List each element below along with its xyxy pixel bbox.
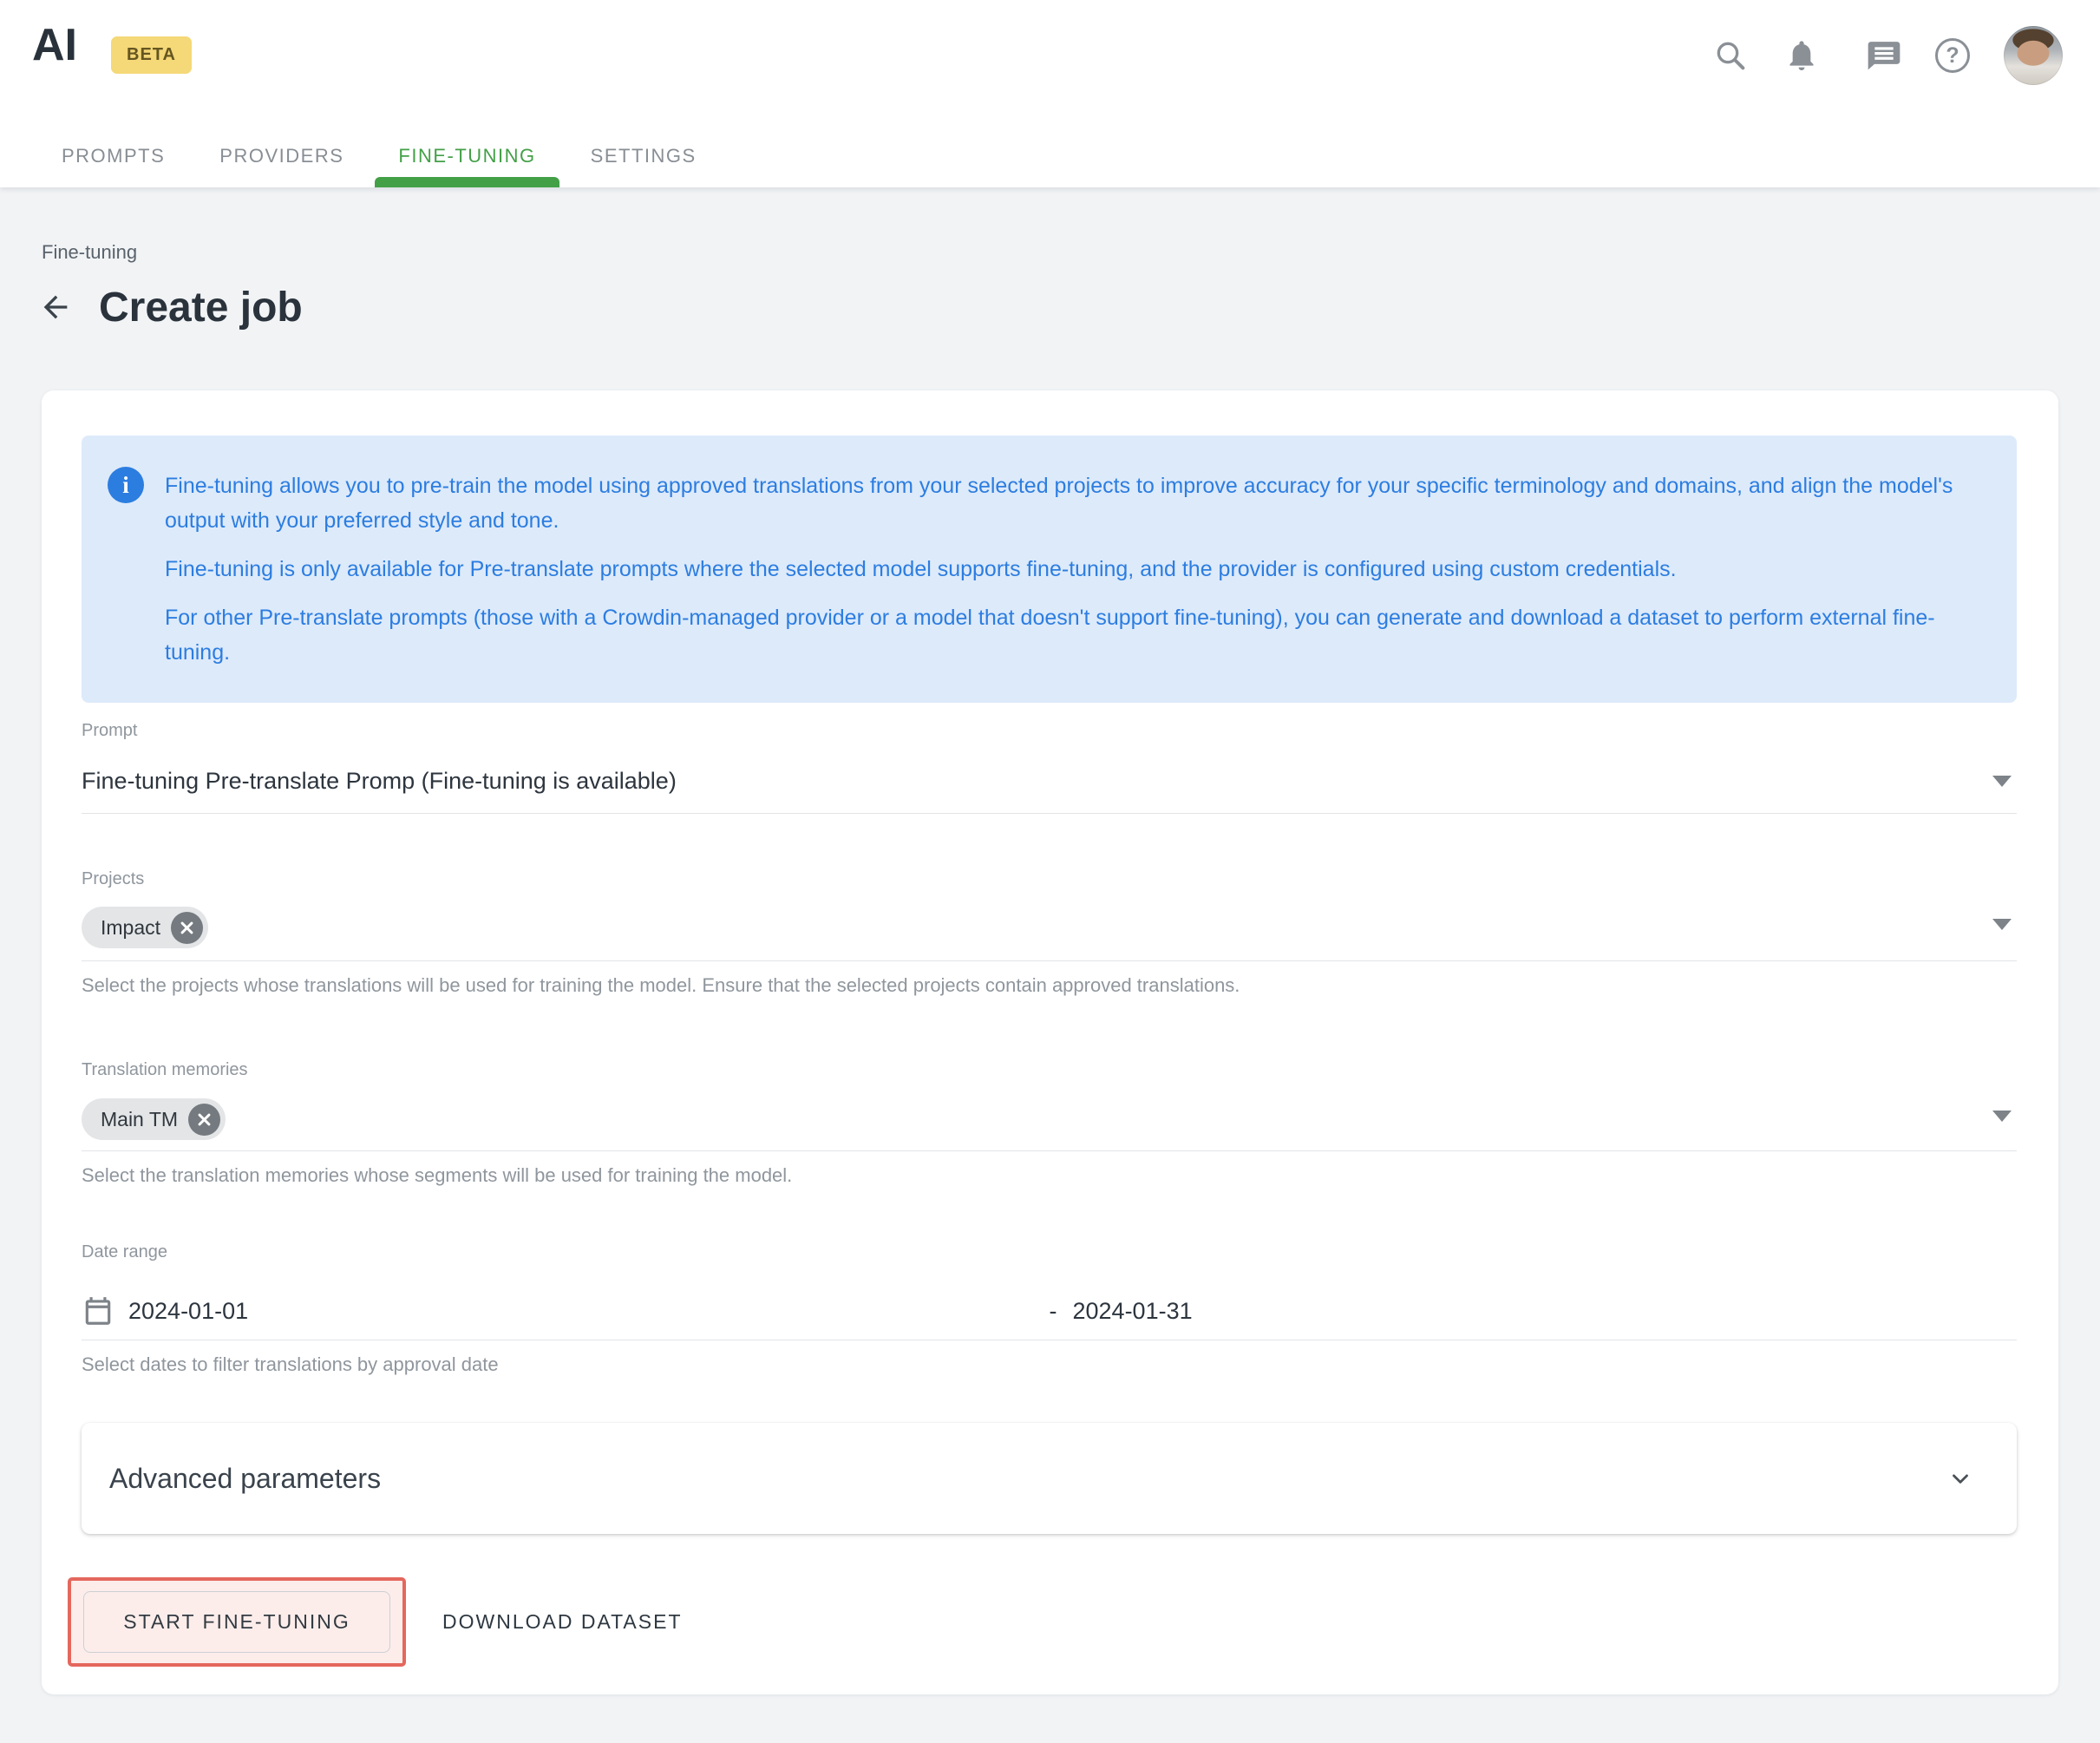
- tab-settings[interactable]: SETTINGS: [567, 125, 720, 187]
- info-box: i Fine-tuning allows you to pre-train th…: [82, 436, 2017, 703]
- date-range-label: Date range: [82, 1242, 2017, 1262]
- prompt-field: Prompt Fine-tuning Pre-translate Promp (…: [82, 720, 2017, 814]
- projects-label: Projects: [82, 868, 2017, 889]
- help-icon[interactable]: ?: [1935, 38, 1970, 73]
- app-header: AI BETA ? PROMPTS PROVIDERS FINE-TUNING …: [0, 0, 2100, 187]
- prompt-value: Fine-tuning Pre-translate Promp (Fine-tu…: [82, 763, 677, 798]
- info-paragraph: Fine-tuning is only available for Pre-tr…: [165, 552, 1979, 586]
- translation-memories-field: Translation memories Main TM Select the …: [82, 1059, 2017, 1188]
- chip-remove-icon[interactable]: [171, 912, 203, 944]
- translation-memories-select[interactable]: Main TM: [82, 1098, 2017, 1151]
- projects-field: Projects Impact Select the projects whos…: [82, 868, 2017, 998]
- tab-providers[interactable]: PROVIDERS: [196, 125, 367, 187]
- end-date-value[interactable]: 2024-01-31: [1073, 1294, 1193, 1328]
- chip-label: Impact: [101, 916, 160, 940]
- chip-remove-icon[interactable]: [188, 1104, 220, 1136]
- date-range-helper: Select dates to filter translations by a…: [82, 1353, 2017, 1377]
- info-icon: i: [108, 467, 144, 503]
- download-dataset-button[interactable]: DOWNLOAD DATASET: [429, 1591, 697, 1653]
- project-chip: Impact: [82, 907, 208, 948]
- back-arrow-icon[interactable]: [38, 290, 73, 324]
- chat-icon[interactable]: [1867, 38, 1901, 73]
- breadcrumb: Fine-tuning: [42, 241, 137, 264]
- date-separator: -: [1050, 1298, 1057, 1325]
- search-icon[interactable]: [1713, 38, 1748, 73]
- info-paragraph: For other Pre-translate prompts (those w…: [165, 600, 1979, 670]
- chip-label: Main TM: [101, 1108, 178, 1131]
- translation-memories-helper: Select the translation memories whose se…: [82, 1163, 2017, 1188]
- tm-chip: Main TM: [82, 1098, 226, 1140]
- prompt-label: Prompt: [82, 720, 2017, 741]
- create-job-card: i Fine-tuning allows you to pre-train th…: [42, 390, 2058, 1694]
- date-range-row: 2024-01-01 - 2024-01-31: [82, 1294, 2017, 1340]
- projects-helper: Select the projects whose translations w…: [82, 973, 2017, 998]
- chevron-down-icon: [1947, 1465, 1973, 1491]
- help-glyph: ?: [1946, 43, 1959, 69]
- start-fine-tuning-button[interactable]: START FINE-TUNING: [83, 1591, 390, 1653]
- advanced-parameters-label: Advanced parameters: [109, 1463, 381, 1495]
- chevron-down-icon[interactable]: [1992, 919, 2012, 930]
- end-date-input[interactable]: - 2024-01-31: [1050, 1294, 2018, 1328]
- chevron-down-icon[interactable]: [1992, 776, 2012, 787]
- advanced-parameters-panel[interactable]: Advanced parameters: [82, 1423, 2017, 1534]
- prompt-select[interactable]: Fine-tuning Pre-translate Promp (Fine-tu…: [82, 763, 2017, 814]
- date-range-field: Date range 2024-01-01 - 2024-01-31 Selec…: [82, 1242, 2017, 1377]
- tab-bar: PROMPTS PROVIDERS FINE-TUNING SETTINGS: [38, 125, 720, 187]
- chevron-down-icon[interactable]: [1992, 1111, 2012, 1122]
- avatar[interactable]: [2004, 26, 2063, 85]
- info-paragraph: Fine-tuning allows you to pre-train the …: [165, 469, 1979, 538]
- tab-prompts[interactable]: PROMPTS: [38, 125, 188, 187]
- target-highlight: START FINE-TUNING: [68, 1577, 406, 1667]
- beta-badge: BETA: [111, 36, 192, 74]
- projects-select[interactable]: Impact: [82, 907, 2017, 961]
- translation-memories-label: Translation memories: [82, 1059, 2017, 1080]
- title-row: Create job: [38, 283, 303, 331]
- bell-icon[interactable]: [1784, 38, 1819, 73]
- page-title: Create job: [99, 284, 303, 331]
- start-date-input[interactable]: 2024-01-01: [82, 1294, 1050, 1328]
- app-logo[interactable]: AI: [32, 19, 77, 71]
- calendar-icon[interactable]: [82, 1294, 114, 1327]
- tab-fine-tuning[interactable]: FINE-TUNING: [375, 125, 559, 187]
- start-date-value[interactable]: 2024-01-01: [128, 1294, 248, 1328]
